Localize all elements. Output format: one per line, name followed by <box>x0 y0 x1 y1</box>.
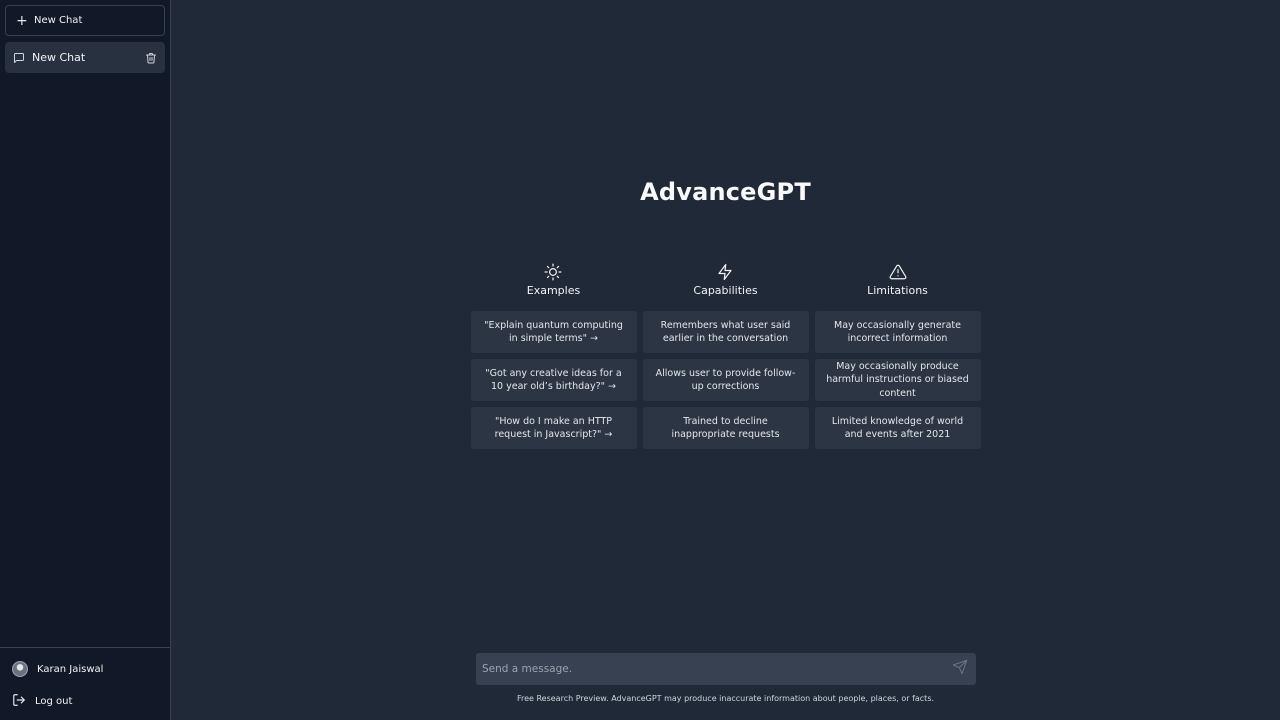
logout-icon <box>12 693 26 710</box>
column-title: Examples <box>526 284 581 297</box>
message-input[interactable] <box>482 663 952 675</box>
intro-columns: Examples "Explain quantum computing in s… <box>470 263 981 455</box>
logout-label: Log out <box>35 695 73 707</box>
send-icon <box>952 659 968 679</box>
main-panel: AdvanceGPT Examples "Explain quantum com… <box>171 0 1280 720</box>
new-chat-button[interactable]: + New Chat <box>5 5 165 36</box>
column-title: Limitations <box>867 284 928 297</box>
example-prompt-card[interactable]: "Explain quantum computing in simple ter… <box>470 311 637 353</box>
column-header: Capabilities <box>693 263 758 297</box>
column-header: Limitations <box>867 263 928 297</box>
chat-title: New Chat <box>32 51 86 64</box>
capability-card: Trained to decline inappropriate request… <box>642 407 809 449</box>
app-title: AdvanceGPT <box>640 178 811 206</box>
message-composer <box>476 653 976 685</box>
capabilities-column: Capabilities Remembers what user said ea… <box>642 263 809 455</box>
user-profile[interactable]: Karan Jaiswal <box>12 654 162 684</box>
sidebar: + New Chat New Chat Karan Jaiswal Log ou… <box>0 0 171 720</box>
logout-button[interactable]: Log out <box>12 686 162 716</box>
lightning-icon <box>716 263 734 284</box>
capability-card: Allows user to provide follow-up correct… <box>642 359 809 401</box>
column-header: Examples <box>527 263 580 297</box>
chat-bubble-icon <box>13 52 25 64</box>
disclaimer-text: Free Research Preview. AdvanceGPT may pr… <box>516 694 935 703</box>
warning-icon <box>889 263 907 284</box>
chat-list: New Chat <box>5 42 165 647</box>
examples-column: Examples "Explain quantum computing in s… <box>470 263 637 455</box>
example-prompt-card[interactable]: "How do I make an HTTP request in Javasc… <box>470 407 637 449</box>
limitations-column: Limitations May occasionally generate in… <box>814 263 981 455</box>
column-title: Capabilities <box>693 284 758 297</box>
avatar <box>12 661 28 677</box>
app-root: + New Chat New Chat Karan Jaiswal Log ou… <box>0 0 1280 720</box>
user-name: Karan Jaiswal <box>37 663 104 675</box>
limitation-card: Limited knowledge of world and events af… <box>814 407 981 449</box>
example-prompt-card[interactable]: "Got any creative ideas for a 10 year ol… <box>470 359 637 401</box>
sun-icon <box>544 263 562 284</box>
send-button[interactable] <box>952 659 968 679</box>
plus-icon: + <box>16 12 28 29</box>
capability-card: Remembers what user said earlier in the … <box>642 311 809 353</box>
new-chat-label: New Chat <box>34 15 83 26</box>
limitation-card: May occasionally produce harmful instruc… <box>814 359 981 401</box>
limitation-card: May occasionally generate incorrect info… <box>814 311 981 353</box>
chat-list-item[interactable]: New Chat <box>5 42 165 73</box>
sidebar-footer: Karan Jaiswal Log out <box>0 647 170 720</box>
trash-icon[interactable] <box>145 52 157 64</box>
